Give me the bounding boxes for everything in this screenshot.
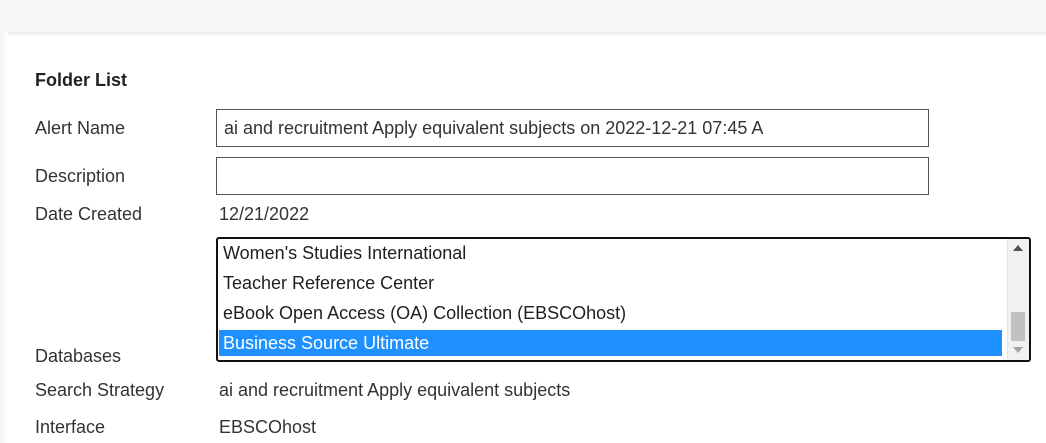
search-strategy-label: Search Strategy: [35, 380, 165, 400]
database-option[interactable]: Teacher Reference Center: [219, 270, 1002, 296]
folder-list-heading: Folder List: [35, 70, 128, 90]
date-created-value: 12/21/2022: [219, 204, 310, 224]
description-label: Description: [35, 166, 126, 186]
search-strategy-value: ai and recruitment Apply equivalent subj…: [219, 380, 571, 400]
scroll-down-arrow-icon[interactable]: [1013, 347, 1023, 353]
date-created-label: Date Created: [35, 204, 143, 224]
database-option-selected[interactable]: Business Source Ultimate: [219, 330, 1002, 356]
alert-name-input[interactable]: [216, 109, 929, 147]
top-toolbar-area: [0, 0, 1046, 33]
toolbar-shadow: [0, 33, 1046, 37]
database-option[interactable]: eBook Open Access (OA) Collection (EBSCO…: [219, 300, 1002, 326]
description-input[interactable]: [216, 157, 929, 195]
databases-label: Databases: [35, 346, 122, 366]
databases-listbox[interactable]: Women's Studies International Teacher Re…: [216, 237, 1031, 362]
scrollbar-thumb[interactable]: [1011, 312, 1025, 341]
database-option[interactable]: Women's Studies International: [219, 240, 1002, 266]
scroll-up-arrow-icon[interactable]: [1013, 245, 1023, 251]
interface-label: Interface: [35, 417, 106, 437]
listbox-scrollbar[interactable]: [1007, 239, 1029, 360]
panel-left-shadow: [0, 32, 8, 443]
interface-value: EBSCOhost: [219, 417, 317, 437]
alert-name-label: Alert Name: [35, 118, 126, 138]
